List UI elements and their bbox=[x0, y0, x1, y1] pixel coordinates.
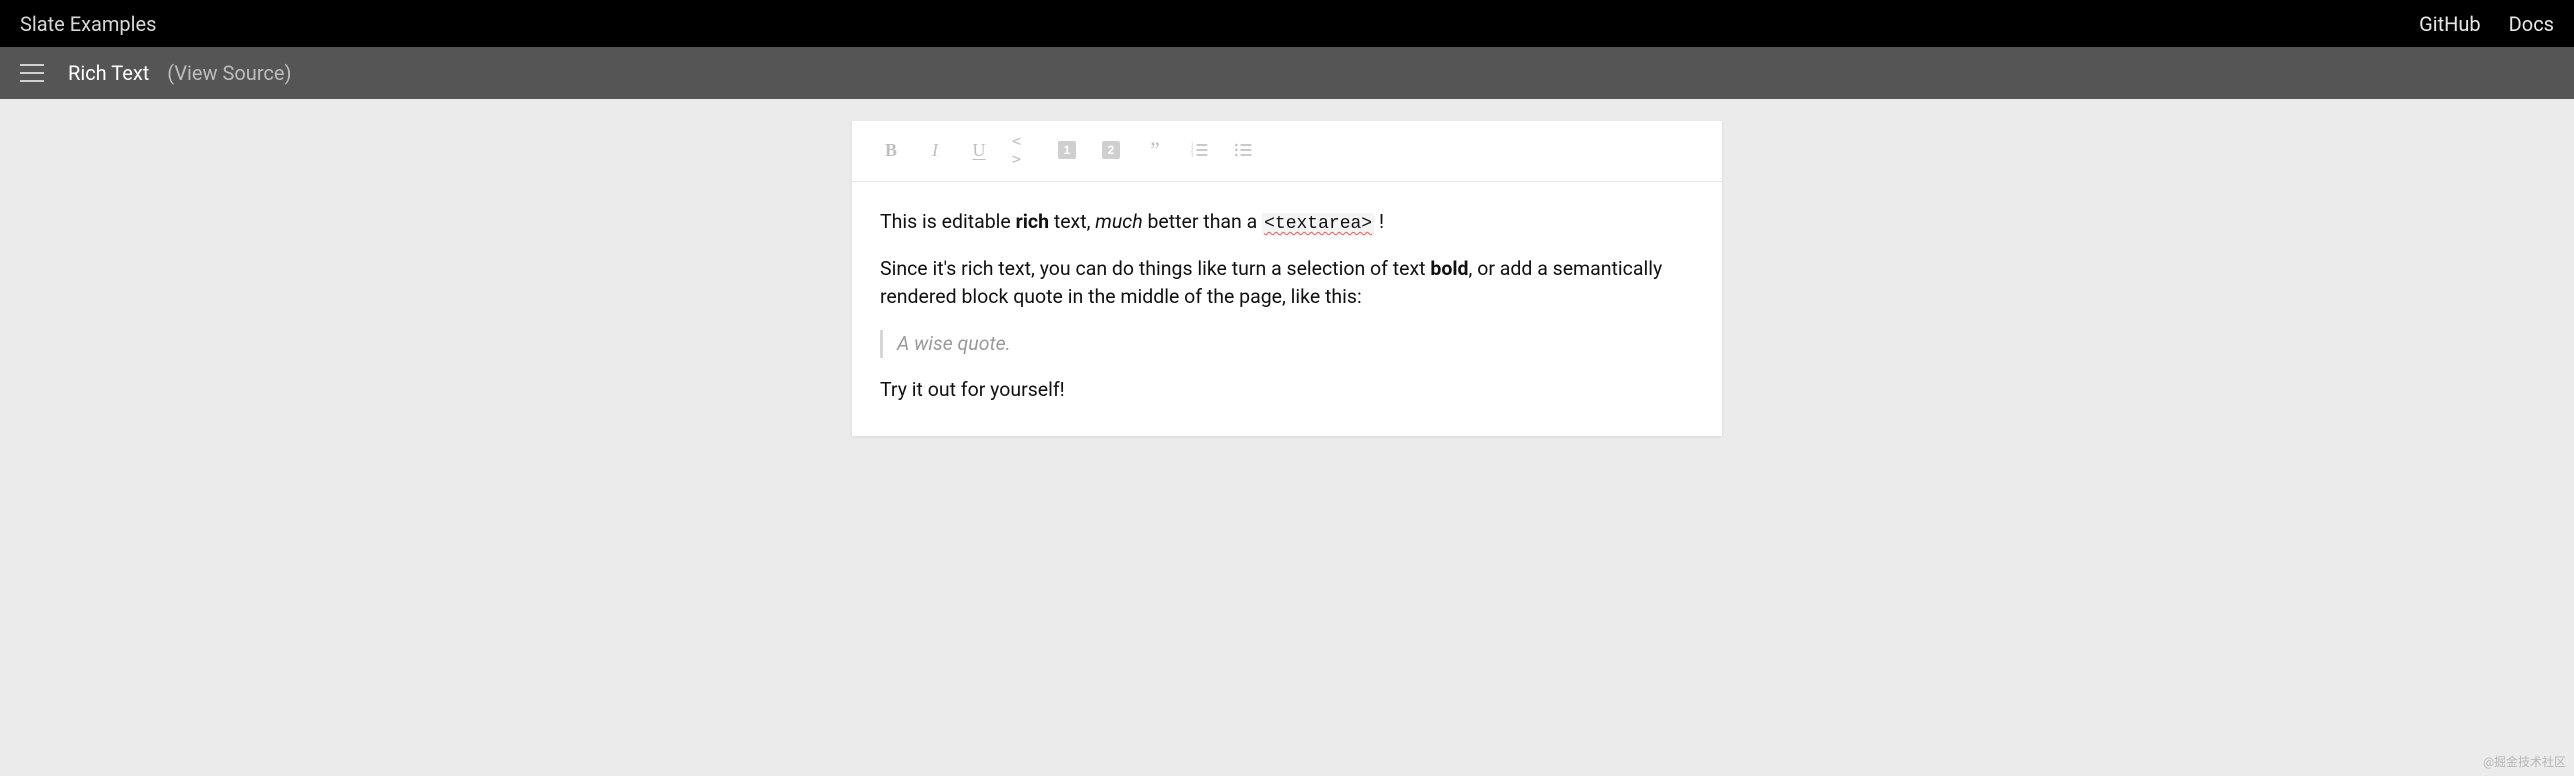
view-source-link[interactable]: (View Source) bbox=[167, 61, 291, 85]
watermark: @掘金技术社区 bbox=[2483, 753, 2566, 770]
stage: B I U < > 1 2 ” 1 2 3 bbox=[0, 99, 2574, 476]
block-quote[interactable]: A wise quote. bbox=[880, 330, 1694, 358]
code-run: <textarea> bbox=[1262, 213, 1374, 235]
bold-run: bold bbox=[1430, 257, 1468, 280]
italic-run: much bbox=[1095, 210, 1142, 233]
docs-link[interactable]: Docs bbox=[2509, 12, 2554, 36]
editor-toolbar: B I U < > 1 2 ” 1 2 3 bbox=[852, 121, 1722, 182]
paragraph[interactable]: This is editable rich text, much better … bbox=[880, 208, 1694, 237]
editor-content[interactable]: This is editable rich text, much better … bbox=[852, 182, 1722, 436]
brand-title: Slate Examples bbox=[20, 12, 156, 36]
example-title: Rich Text bbox=[68, 61, 149, 85]
paragraph[interactable]: Since it's rich text, you can do things … bbox=[880, 255, 1694, 312]
bold-run: rich bbox=[1016, 210, 1049, 233]
quote-text: A wise quote. bbox=[897, 332, 1011, 355]
text-run: Since it's rich text, you can do things … bbox=[880, 257, 1430, 280]
github-link[interactable]: GitHub bbox=[2419, 12, 2481, 36]
text-run: better than a bbox=[1143, 210, 1262, 233]
text-run: Try it out for yourself! bbox=[880, 378, 1065, 401]
italic-icon[interactable]: I bbox=[924, 139, 946, 161]
svg-text:3: 3 bbox=[1191, 153, 1194, 159]
paragraph[interactable]: Try it out for yourself! bbox=[880, 376, 1694, 404]
heading-one-icon[interactable]: 1 bbox=[1056, 139, 1078, 161]
bold-icon[interactable]: B bbox=[880, 139, 902, 161]
top-nav: Slate Examples GitHub Docs bbox=[0, 0, 2574, 47]
numbered-list-icon[interactable]: 1 2 3 bbox=[1188, 139, 1210, 161]
heading-two-icon[interactable]: 2 bbox=[1100, 139, 1122, 161]
code-icon[interactable]: < > bbox=[1012, 139, 1034, 161]
text-run: This is editable bbox=[880, 210, 1016, 233]
menu-icon[interactable] bbox=[20, 64, 44, 82]
block-quote-icon[interactable]: ” bbox=[1144, 139, 1166, 161]
editor-card: B I U < > 1 2 ” 1 2 3 bbox=[852, 121, 1722, 436]
text-run: text, bbox=[1049, 210, 1095, 233]
bulleted-list-icon[interactable] bbox=[1232, 139, 1254, 161]
underline-icon[interactable]: U bbox=[968, 139, 990, 161]
sub-nav: Rich Text (View Source) bbox=[0, 47, 2574, 99]
text-run: ! bbox=[1374, 210, 1384, 233]
